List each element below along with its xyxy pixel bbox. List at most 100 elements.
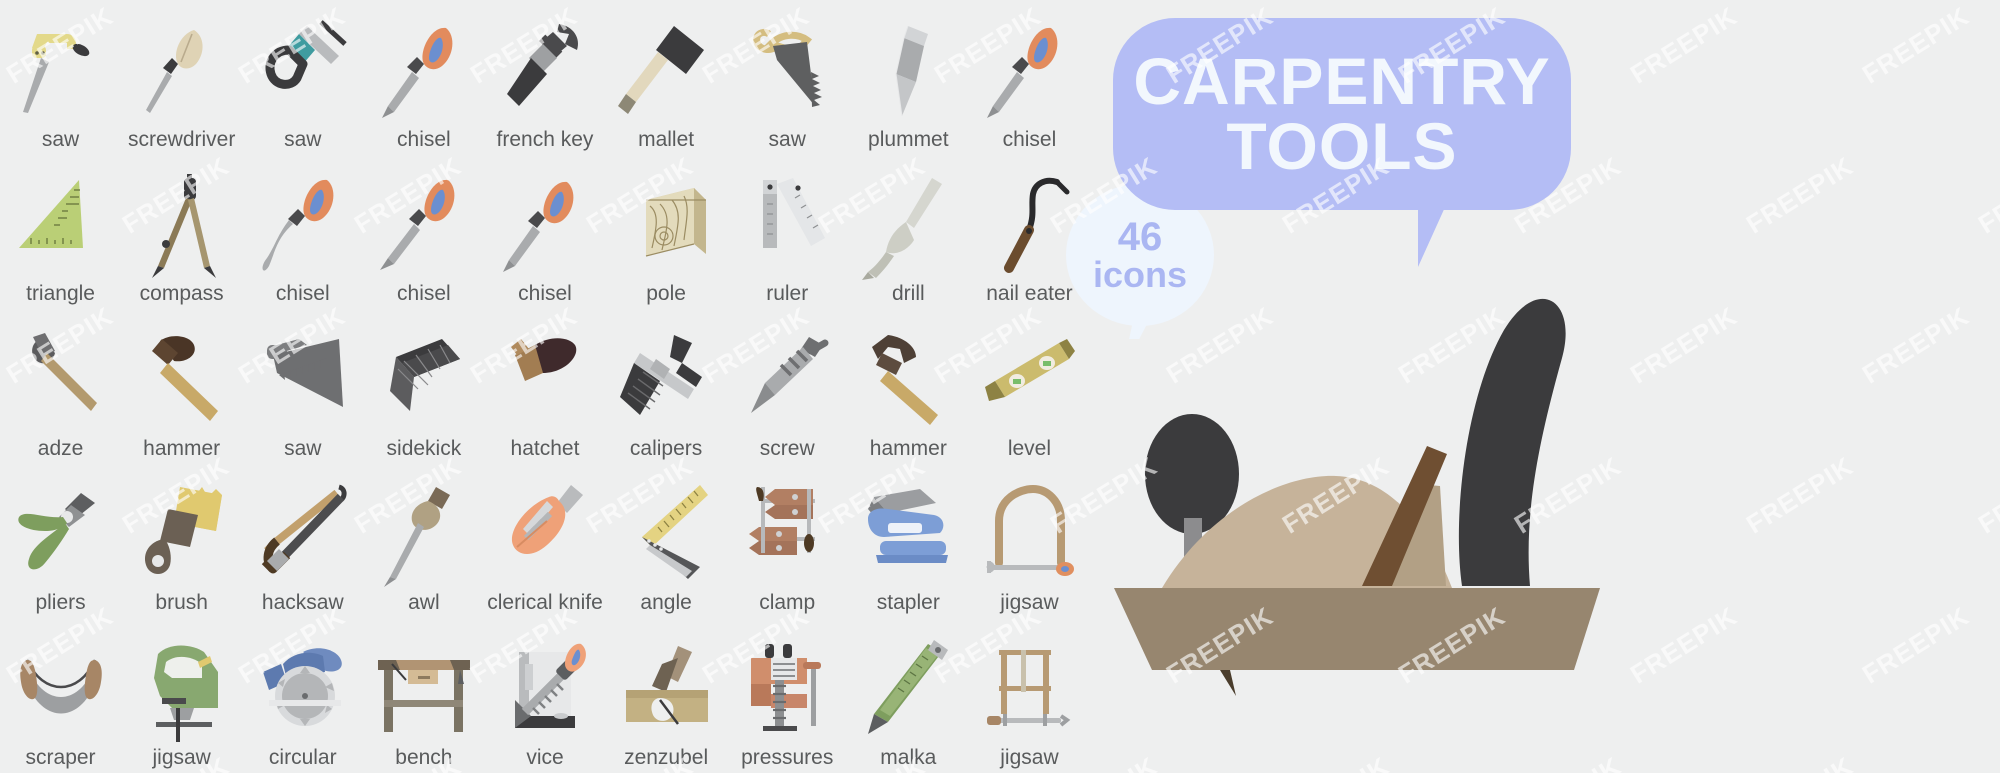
malka-bevel-icon	[858, 638, 958, 746]
icon-cell[interactable]: french key	[484, 0, 605, 155]
icon-cell[interactable]: bench	[363, 618, 484, 773]
watermark-text: FREEPIK	[1856, 300, 1975, 390]
icon-cell[interactable]: chisel	[363, 155, 484, 310]
icon-cell[interactable]: hammer	[848, 309, 969, 464]
icon-label: circular	[268, 745, 337, 769]
zenzubel-plane-icon	[616, 638, 716, 746]
icon-cell[interactable]: clerical knife	[484, 464, 605, 619]
icon-label: jigsaw	[152, 745, 211, 769]
icon-cell[interactable]: pole	[606, 155, 727, 310]
hacksaw-icon	[253, 483, 353, 591]
icon-cell[interactable]: ruler	[727, 155, 848, 310]
clamp-icon	[737, 483, 837, 591]
icon-cell[interactable]: angle	[606, 464, 727, 619]
icon-label: screw	[759, 436, 815, 460]
icon-label: hatchet	[510, 436, 580, 460]
watermark-text: FREEPIK	[1856, 0, 1975, 90]
icon-cell[interactable]: mallet	[606, 0, 727, 155]
watermark-text: FREEPIK	[1972, 450, 2000, 540]
icon-cell[interactable]: compass	[121, 155, 242, 310]
icon-cell[interactable]: awl	[363, 464, 484, 619]
icon-label: saw	[284, 436, 322, 460]
icon-label: angle	[640, 591, 692, 615]
sidekick-icon	[374, 329, 474, 437]
utility-knife-icon	[495, 483, 595, 591]
chisel-curved-icon	[253, 174, 353, 282]
watermark-text: FREEPIK	[1741, 751, 1859, 773]
icon-cell[interactable]: pliers	[0, 464, 121, 619]
watermark-text: FREEPIK	[1740, 450, 1859, 540]
compass-icon	[132, 174, 232, 282]
title-speech-bubble: CARPENTRY TOOLS	[1113, 18, 1571, 210]
icon-label: jigsaw	[1000, 745, 1059, 769]
icon-cell[interactable]: stapler	[848, 464, 969, 619]
icon-cell[interactable]: hammer	[121, 309, 242, 464]
icon-cell[interactable]: zenzubel	[606, 618, 727, 773]
icon-cell[interactable]: chisel	[969, 0, 1090, 155]
icon-cell[interactable]: hacksaw	[242, 464, 363, 619]
icon-label: chisel	[275, 282, 330, 306]
icon-cell[interactable]: jigsaw	[121, 618, 242, 773]
icon-cell[interactable]: screwdriver	[121, 0, 242, 155]
icon-cell[interactable]: screw	[727, 309, 848, 464]
bench-vise-icon	[737, 638, 837, 746]
icon-label: hacksaw	[261, 591, 344, 615]
icon-label: awl	[408, 591, 440, 615]
icon-cell[interactable]: triangle	[0, 155, 121, 310]
icon-cell[interactable]: vice	[484, 618, 605, 773]
saw-blade-icon	[253, 329, 353, 437]
icon-label: screwdriver	[127, 127, 236, 151]
folding-ruler-icon	[737, 174, 837, 282]
icon-cell[interactable]: clamp	[727, 464, 848, 619]
icon-label: nail eater	[986, 282, 1073, 306]
icon-cell[interactable]: saw	[242, 309, 363, 464]
hammer-round-icon	[132, 329, 232, 437]
chisel-orange-icon	[979, 20, 1079, 128]
icon-cell[interactable]: hatchet	[484, 309, 605, 464]
icon-cell[interactable]: chisel	[484, 155, 605, 310]
handsaw-icon	[737, 20, 837, 128]
poster-canvas: saw screwdriver saw chisel french key ma…	[0, 0, 2000, 773]
adze-icon	[11, 329, 111, 437]
stapler-icon	[858, 483, 958, 591]
icon-cell[interactable]: drill	[848, 155, 969, 310]
icon-cell[interactable]: pressures	[727, 618, 848, 773]
workbench-icon	[374, 638, 474, 746]
icon-label: zenzubel	[624, 745, 709, 769]
icon-cell[interactable]: saw	[727, 0, 848, 155]
icon-cell[interactable]: saw	[242, 0, 363, 155]
watermark-text: FREEPIK	[1624, 300, 1743, 390]
watermark-text: FREEPIK	[1856, 600, 1975, 690]
icon-cell[interactable]: jigsaw	[969, 618, 1090, 773]
watermark-text: FREEPIK	[1973, 751, 2000, 773]
icon-label: saw	[284, 127, 322, 151]
icon-count-unit: icons	[1092, 254, 1188, 295]
frame-saw-icon	[979, 638, 1079, 746]
hammer-claw-icon	[858, 329, 958, 437]
icon-label: saw	[768, 127, 806, 151]
icon-cell[interactable]: sidekick	[363, 309, 484, 464]
paint-brush-icon	[132, 483, 232, 591]
icon-label: compass	[139, 282, 224, 306]
icon-cell[interactable]: adze	[0, 309, 121, 464]
icon-cell[interactable]: saw	[0, 0, 121, 155]
angle-square-icon	[616, 483, 716, 591]
icon-cell[interactable]: brush	[121, 464, 242, 619]
icon-label: adze	[37, 436, 84, 460]
icon-cell[interactable]: scraper	[0, 618, 121, 773]
icon-cell[interactable]: jigsaw	[969, 464, 1090, 619]
icon-cell[interactable]: circular	[242, 618, 363, 773]
icon-cell[interactable]: chisel	[242, 155, 363, 310]
screw-icon	[737, 329, 837, 437]
plummet-icon	[858, 20, 958, 128]
icon-label: pliers	[35, 591, 86, 615]
title-line-2: TOOLS	[1226, 109, 1458, 183]
chisel-orange-icon	[495, 174, 595, 282]
icon-cell[interactable]: calipers	[606, 309, 727, 464]
mallet-icon	[616, 20, 716, 128]
icon-cell[interactable]: chisel	[363, 0, 484, 155]
icon-cell[interactable]: level	[969, 309, 1090, 464]
icon-cell[interactable]: malka	[848, 618, 969, 773]
icon-cell[interactable]: plummet	[848, 0, 969, 155]
chisel-flat-icon	[374, 174, 474, 282]
